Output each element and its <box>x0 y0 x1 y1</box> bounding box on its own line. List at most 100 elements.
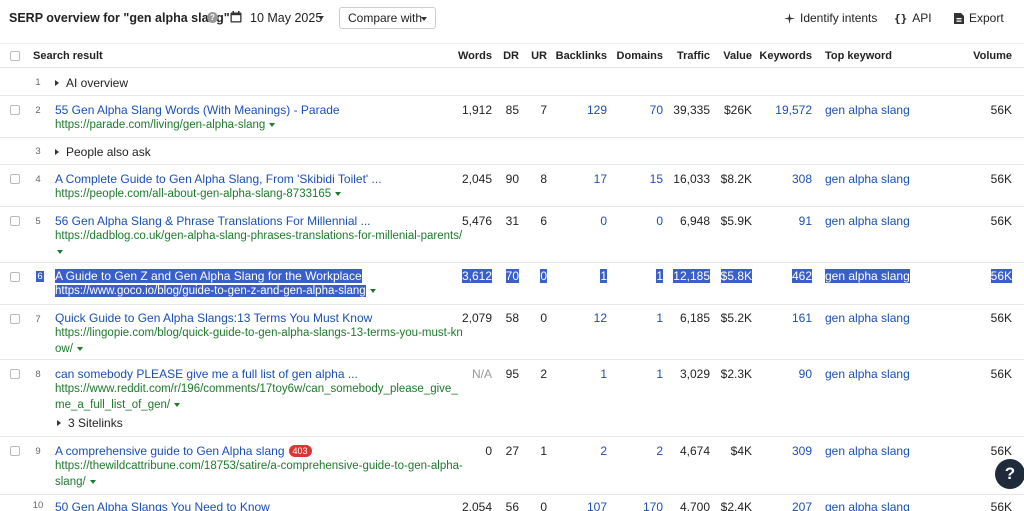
api-button[interactable]: {} API <box>894 11 932 25</box>
keywords-link[interactable]: 309 <box>792 444 812 458</box>
calendar-icon[interactable] <box>230 11 242 23</box>
ai-overview-toggle[interactable]: AI overview <box>55 76 128 90</box>
col-keywords[interactable]: Keywords <box>759 50 812 62</box>
compare-with-dropdown[interactable]: Compare with <box>339 7 436 29</box>
backlinks-link[interactable]: 1 <box>600 367 607 381</box>
domains-link[interactable]: 2 <box>656 444 663 458</box>
result-title-link[interactable]: Quick Guide to Gen Alpha Slangs:13 Terms… <box>55 311 372 325</box>
result-url[interactable]: https://people.com/all-about-gen-alpha-s… <box>55 186 342 202</box>
result-title-link[interactable]: A Complete Guide to Gen Alpha Slang, Fro… <box>55 172 382 186</box>
sitelinks-toggle[interactable]: 3 Sitelinks <box>57 416 123 430</box>
col-words[interactable]: Words <box>458 50 492 62</box>
result-title-link[interactable]: A Guide to Gen Z and Gen Alpha Slang for… <box>55 269 362 283</box>
col-traffic[interactable]: Traffic <box>677 50 710 62</box>
result-url[interactable]: https://lingopie.com/blog/quick-guide-to… <box>55 325 463 357</box>
chevron-down-icon[interactable] <box>57 249 63 254</box>
date-picker[interactable]: 10 May 2025 <box>250 11 322 25</box>
backlinks-link[interactable]: 0 <box>600 214 607 228</box>
backlinks-link[interactable]: 129 <box>587 103 607 117</box>
top-keyword-link[interactable]: gen alpha slang <box>825 311 910 325</box>
export-button[interactable]: Export <box>954 11 1004 25</box>
keywords-link[interactable]: 90 <box>799 367 812 381</box>
domains-link[interactable]: 70 <box>650 103 663 117</box>
result-url[interactable]: https://www.goco.io/blog/guide-to-gen-z-… <box>55 283 376 299</box>
backlinks-link[interactable]: 12 <box>594 311 607 325</box>
keywords-link[interactable]: 462 <box>791 269 812 283</box>
result-title-link[interactable]: 50 Gen Alpha Slangs You Need to Know <box>55 500 270 511</box>
top-keyword-link[interactable]: gen alpha slang <box>825 172 910 186</box>
domains-link[interactable]: 0 <box>656 214 663 228</box>
keywords-link[interactable]: 308 <box>792 172 812 186</box>
col-search-result[interactable]: Search result <box>33 50 103 62</box>
compare-with-label: Compare with <box>348 11 423 25</box>
chevron-down-icon[interactable] <box>89 479 96 484</box>
row-checkbox[interactable] <box>10 369 20 379</box>
help-chat-button[interactable]: ? <box>995 459 1024 489</box>
dr-value: 85 <box>505 103 519 117</box>
keywords-link[interactable]: 161 <box>792 311 812 325</box>
backlinks-link[interactable]: 1 <box>600 269 607 283</box>
keywords-link[interactable]: 91 <box>799 214 812 228</box>
help-icon[interactable]: ? <box>207 12 218 23</box>
volume-value: 56K <box>990 269 1012 283</box>
row-checkbox[interactable] <box>10 216 20 226</box>
top-keyword-link[interactable]: gen alpha slang <box>825 500 910 511</box>
top-keyword-link[interactable]: gen alpha slang <box>825 444 910 458</box>
chevron-down-icon[interactable] <box>76 346 83 351</box>
domains-link[interactable]: 15 <box>650 172 663 186</box>
col-dr[interactable]: DR <box>503 50 519 62</box>
traffic-value: 4,674 <box>679 444 710 458</box>
table-row: 9 A comprehensive guide to Gen Alpha sla… <box>0 437 1024 495</box>
row-number: 3 <box>35 146 41 157</box>
chevron-down-icon[interactable] <box>335 191 342 196</box>
result-title-link[interactable]: 56 Gen Alpha Slang & Phrase Translations… <box>55 214 371 228</box>
value-amount: $5.2K <box>720 311 752 325</box>
row-checkbox[interactable] <box>10 174 20 184</box>
col-volume[interactable]: Volume <box>973 50 1012 62</box>
ur-value: 6 <box>540 214 547 228</box>
backlinks-link[interactable]: 107 <box>587 500 607 511</box>
result-url[interactable]: https://dadblog.co.uk/gen-alpha-slang-ph… <box>55 228 462 260</box>
row-number: 10 <box>32 500 44 511</box>
backlinks-link[interactable]: 2 <box>600 444 607 458</box>
chevron-down-icon[interactable] <box>269 122 276 127</box>
top-keyword-link[interactable]: gen alpha slang <box>825 103 910 117</box>
keywords-link[interactable]: 207 <box>792 500 812 511</box>
keywords-link[interactable]: 19,572 <box>775 103 812 117</box>
backlinks-link[interactable]: 17 <box>594 172 607 186</box>
words-value: 2,079 <box>461 311 492 325</box>
row-checkbox[interactable] <box>10 314 20 324</box>
result-url[interactable]: https://parade.com/living/gen-alpha-slan… <box>55 117 276 133</box>
col-ur[interactable]: UR <box>531 50 547 62</box>
identify-intents-button[interactable]: Identify intents <box>784 11 877 25</box>
expand-arrow-icon <box>57 420 61 426</box>
result-url[interactable]: https://thewildcattribune.com/18753/sati… <box>55 458 463 490</box>
row-checkbox[interactable] <box>10 105 20 115</box>
col-top-keyword[interactable]: Top keyword <box>825 50 892 62</box>
top-keyword-link[interactable]: gen alpha slang <box>825 367 910 381</box>
domains-link[interactable]: 1 <box>656 367 663 381</box>
select-all-checkbox[interactable] <box>10 51 20 61</box>
domains-link[interactable]: 170 <box>643 500 663 511</box>
top-keyword-link[interactable]: gen alpha slang <box>825 214 910 228</box>
result-url[interactable]: https://www.reddit.com/r/196/comments/17… <box>55 381 458 413</box>
col-value[interactable]: Value <box>723 50 752 62</box>
result-title-link[interactable]: can somebody PLEASE give me a full list … <box>55 367 358 381</box>
col-backlinks[interactable]: Backlinks <box>556 50 607 62</box>
row-checkbox[interactable] <box>10 272 20 282</box>
row-checkbox[interactable] <box>10 446 20 456</box>
chevron-down-icon[interactable] <box>318 16 324 20</box>
domains-link[interactable]: 1 <box>656 269 663 283</box>
chevron-down-icon[interactable] <box>369 288 376 293</box>
result-title-link[interactable]: 55 Gen Alpha Slang Words (With Meanings)… <box>55 103 340 117</box>
chevron-down-icon[interactable] <box>174 402 181 407</box>
value-amount: $5.9K <box>720 214 752 228</box>
result-title-link[interactable]: A comprehensive guide to Gen Alpha slang… <box>55 444 312 458</box>
top-keyword-link[interactable]: gen alpha slang <box>825 269 910 283</box>
url-text-cont: slang/ <box>55 476 86 488</box>
people-also-ask-toggle[interactable]: People also ask <box>55 145 151 159</box>
domains-link[interactable]: 1 <box>656 311 663 325</box>
words-value: 2,045 <box>461 172 492 186</box>
col-domains[interactable]: Domains <box>617 50 663 62</box>
ai-overview-label: AI overview <box>66 76 129 90</box>
